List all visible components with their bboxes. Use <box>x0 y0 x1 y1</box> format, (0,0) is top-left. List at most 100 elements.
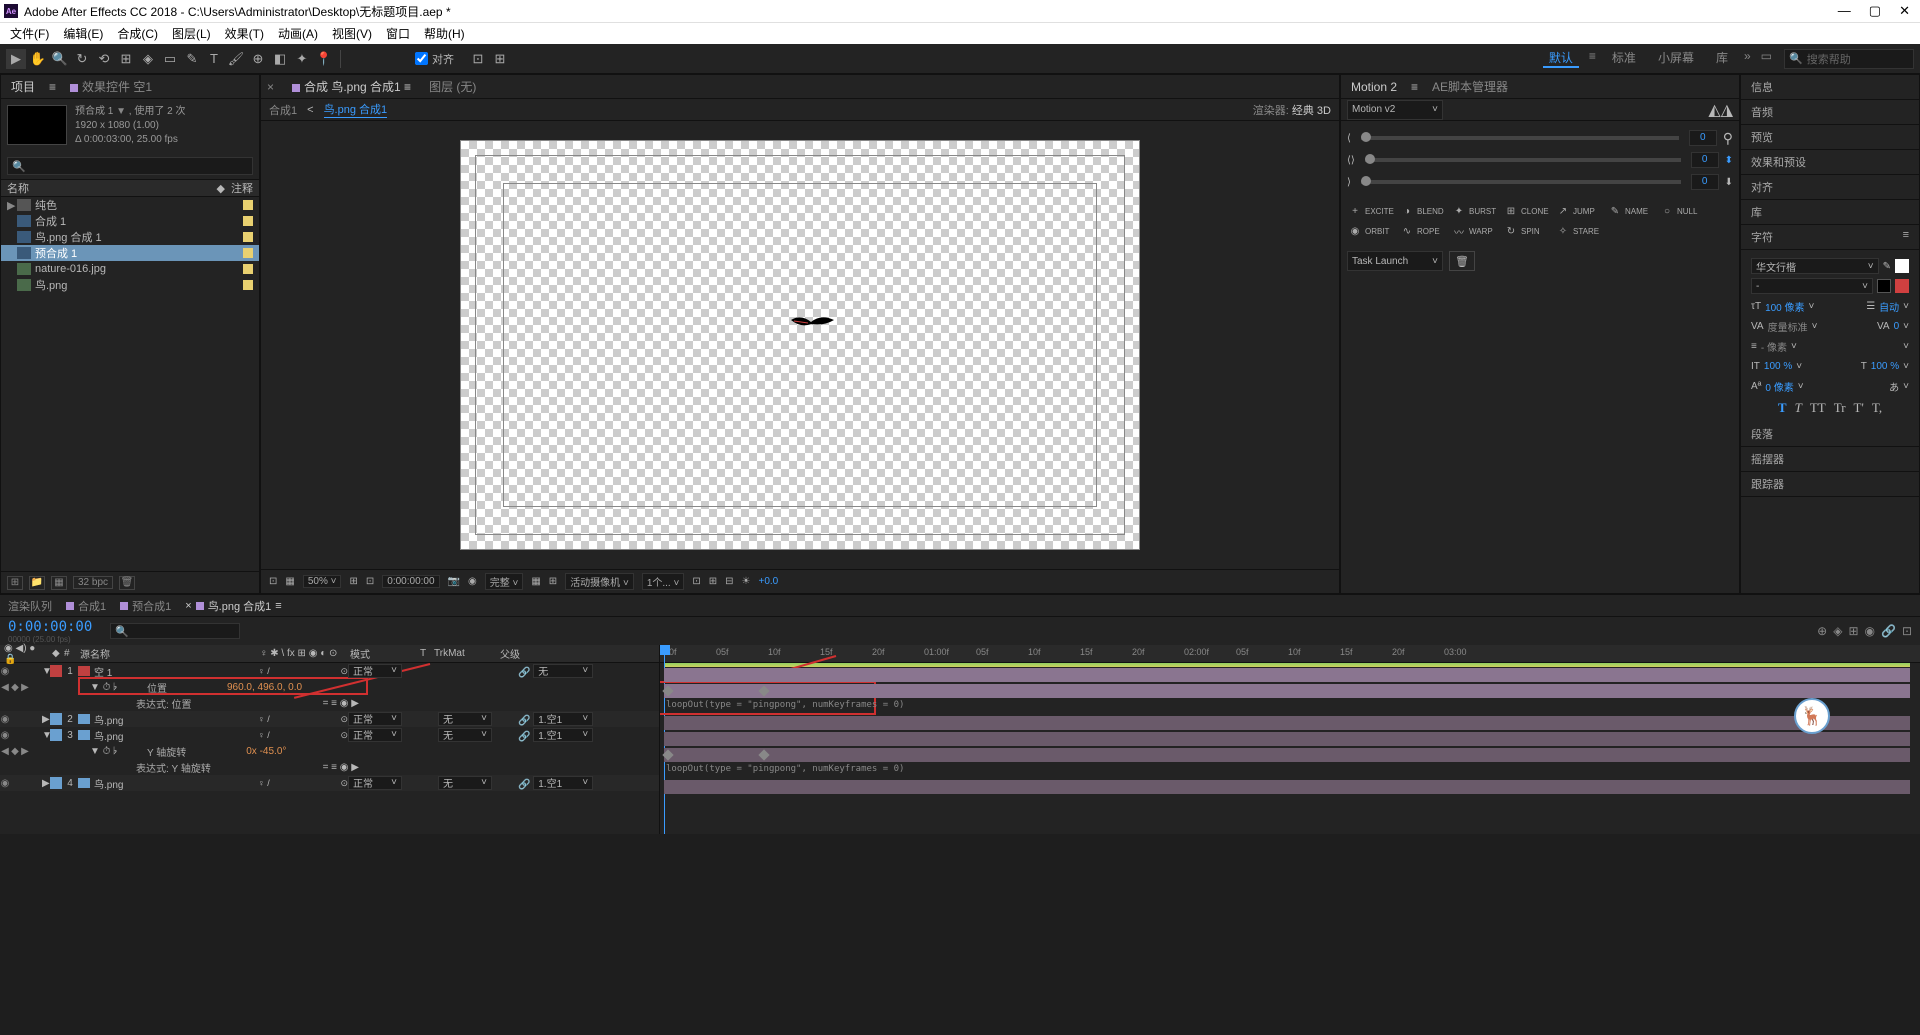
workspace-reset-icon[interactable]: ▭ <box>1761 49 1772 68</box>
font-family-dropdown[interactable]: 华文行楷˅ <box>1751 258 1879 274</box>
show-channel-icon[interactable]: ◉ <box>468 576 477 587</box>
tracker-panel-header[interactable]: 跟踪器 <box>1741 472 1919 497</box>
motion-tool-name[interactable]: ✎NAME <box>1607 201 1659 221</box>
workspace-overflow-icon[interactable]: » <box>1744 49 1751 68</box>
motion-slider-3[interactable] <box>1361 180 1681 184</box>
motion-tool-warp[interactable]: 〰WARP <box>1451 221 1503 241</box>
composition-tab[interactable]: 合成 鸟.png 合成1 ≡ <box>288 78 415 95</box>
current-time[interactable]: 0:00:00:00 <box>382 575 439 588</box>
viewer-icon-1[interactable]: ⊡ <box>692 576 700 587</box>
interpret-footage-button[interactable]: ⊞ <box>7 576 23 590</box>
new-comp-button[interactable]: ▦ <box>51 576 67 590</box>
effects-panel-header[interactable]: 效果和预设 <box>1741 150 1919 175</box>
font-style-dropdown[interactable]: -˅ <box>1751 278 1873 294</box>
project-col-name[interactable]: 名称 <box>7 180 29 196</box>
tl-icon-6[interactable]: ⊡ <box>1902 624 1912 638</box>
project-search[interactable]: 🔍 <box>7 157 253 175</box>
stroke-width-value[interactable]: - 像素 <box>1761 339 1787 354</box>
motion-version-dropdown[interactable]: Motion v2˅ <box>1347 100 1443 120</box>
task-launch-dropdown[interactable]: Task Launch˅ <box>1347 251 1443 271</box>
tl-icon-2[interactable]: ◈ <box>1833 624 1842 638</box>
timeline-tab-bird[interactable]: × 鸟.png 合成1 ≡ <box>185 598 281 614</box>
breadcrumb-comp1[interactable]: 合成1 <box>269 102 297 118</box>
workspace-default[interactable]: 默认 <box>1543 49 1579 68</box>
text-tool[interactable]: T <box>204 49 224 69</box>
viewer-icon-2[interactable]: ⊞ <box>709 576 717 587</box>
roto-tool[interactable]: ✦ <box>292 49 312 69</box>
baseline-value[interactable]: 0 像素 <box>1765 379 1793 394</box>
exposure-reset-icon[interactable]: ☀ <box>742 576 751 587</box>
task-delete-button[interactable]: 🗑 <box>1449 251 1475 271</box>
viewer-res-toggle[interactable]: ⊡ <box>269 576 277 587</box>
selection-tool[interactable]: ▶ <box>6 49 26 69</box>
hscale-value[interactable]: 100 % <box>1871 361 1899 372</box>
menu-effect[interactable]: 效果(T) <box>221 25 268 42</box>
snapshot-icon[interactable]: 📷 <box>448 576 460 587</box>
tl-icon-1[interactable]: ⊕ <box>1817 624 1827 638</box>
motion-value-1[interactable]: 0 <box>1689 130 1717 146</box>
transparency-icon[interactable]: ⊞ <box>549 576 557 587</box>
project-col-tag-icon[interactable]: ◆ <box>217 182 225 195</box>
motion-tool-stare[interactable]: ✧STARE <box>1555 221 1607 241</box>
col-parent[interactable]: 父级 <box>496 646 596 661</box>
rect-tool[interactable]: ▭ <box>160 49 180 69</box>
preview-panel-header[interactable]: 预览 <box>1741 125 1919 150</box>
menu-view[interactable]: 视图(V) <box>328 25 376 42</box>
motion-link-icon[interactable]: ⬍ <box>1725 155 1733 166</box>
project-item[interactable]: ▶纯色 <box>1 197 259 213</box>
fill-color-swatch[interactable] <box>1895 259 1909 273</box>
effect-controls-tab[interactable]: 效果控件 空1 <box>66 78 156 95</box>
motion-slider-2[interactable] <box>1365 158 1681 162</box>
menu-window[interactable]: 窗口 <box>382 25 414 42</box>
project-tab-menu-icon[interactable]: ≡ <box>49 80 56 94</box>
superscript-button[interactable]: T' <box>1854 400 1864 416</box>
pan-behind-tool[interactable]: ◈ <box>138 49 158 69</box>
workspace-standard[interactable]: 标准 <box>1606 49 1642 68</box>
motion-tool-clone[interactable]: ⊞CLONE <box>1503 201 1555 221</box>
timeline-tracks[interactable]: 00f05f10f15f20f01:00f05f10f15f20f02:00f0… <box>660 645 1920 834</box>
tl-icon-4[interactable]: ◉ <box>1865 624 1875 638</box>
menu-layer[interactable]: 图层(L) <box>168 25 215 42</box>
snap-checkbox[interactable] <box>415 52 428 65</box>
color-swatch-2[interactable] <box>1895 279 1909 293</box>
project-item[interactable]: nature-016.jpg <box>1 261 259 277</box>
motion-tool-null[interactable]: ○NULL <box>1659 201 1711 221</box>
resolution-dropdown[interactable]: 完整 ˅ <box>485 573 524 590</box>
view-dropdown[interactable]: 活动摄像机 ˅ <box>565 573 634 590</box>
project-item[interactable]: 预合成 1 <box>1 245 259 261</box>
tl-icon-3[interactable]: ⊞ <box>1848 624 1858 638</box>
motion-value-2[interactable]: 0 <box>1691 152 1719 168</box>
layer-row[interactable]: ◉ ▶ 4 鸟.png ♀ / ⊙ 正常˅ 无˅ 🔗 1.空1˅ <box>0 775 659 791</box>
motion-tool-blend[interactable]: ◑BLEND <box>1399 201 1451 221</box>
allcaps-button[interactable]: TT <box>1810 400 1826 416</box>
viewer-aspect-icon[interactable]: ⊞ <box>349 576 357 587</box>
property-row[interactable]: ◀◆▶▼ ⏱ ♭ Y 轴旋转0x -45.0° <box>0 743 659 759</box>
align-panel-header[interactable]: 对齐 <box>1741 175 1919 200</box>
paragraph-panel-header[interactable]: 段落 <box>1741 422 1919 447</box>
bpc-label[interactable]: 32 bpc <box>73 576 113 589</box>
layer-row[interactable]: ◉ ▼ 3 鸟.png ♀ / ⊙ 正常˅ 无˅ 🔗 1.空1˅ <box>0 727 659 743</box>
timeline-tab-precomp[interactable]: 预合成1 <box>120 598 171 614</box>
time-ruler[interactable]: 00f05f10f15f20f01:00f05f10f15f20f02:00f0… <box>660 645 1920 663</box>
character-panel-header[interactable]: 字符≡ <box>1741 225 1919 250</box>
project-item[interactable]: 合成 1 <box>1 213 259 229</box>
layer-row[interactable]: ◉ ▼ 1 空 1 ♀ / ⊙ 正常˅ 🔗 无˅ <box>0 663 659 679</box>
font-size-value[interactable]: 100 像素 <box>1765 299 1804 314</box>
col-source-name[interactable]: 源名称 <box>76 646 256 661</box>
current-timecode[interactable]: 0:00:00:00 <box>8 619 92 635</box>
orbit-tool[interactable]: ↻ <box>72 49 92 69</box>
motion-tool-orbit[interactable]: ◉ORBIT <box>1347 221 1399 241</box>
zoom-tool[interactable]: 🔍 <box>50 49 70 69</box>
close-button[interactable]: ✕ <box>1899 3 1910 19</box>
views-count-dropdown[interactable]: 1个... ˅ <box>642 573 685 590</box>
maximize-button[interactable]: ▢ <box>1869 3 1881 19</box>
bold-button[interactable]: T <box>1778 400 1787 416</box>
new-folder-button[interactable]: 📁 <box>29 576 45 590</box>
motion-tool-spin[interactable]: ↻SPIN <box>1503 221 1555 241</box>
tracking-value[interactable]: 0 <box>1894 321 1900 332</box>
eyedropper-icon[interactable]: ✎ <box>1883 261 1891 272</box>
motion-slider-1[interactable] <box>1361 136 1679 140</box>
brush-tool[interactable]: 🖌 <box>226 49 246 69</box>
render-queue-tab[interactable]: 渲染队列 <box>8 598 52 614</box>
exposure-value[interactable]: +0.0 <box>758 576 778 587</box>
